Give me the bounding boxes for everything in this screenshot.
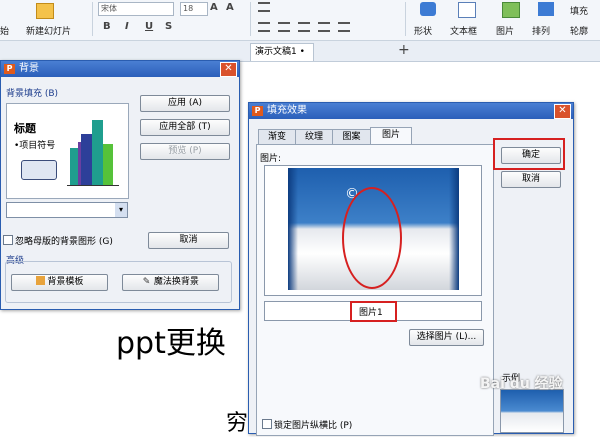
watermark-logo: Bai du 经验 [480,376,563,392]
fill-effects-titlebar[interactable]: P 填充效果 ✕ [249,103,573,119]
bullet-list-icon[interactable] [258,2,270,12]
align-left-icon[interactable] [258,22,270,32]
shape-icon[interactable] [420,2,436,16]
cancel-button[interactable]: 取消 [501,171,561,188]
preview-axis [67,185,119,186]
preview-bar [81,134,92,185]
tab-document-label: 演示文稿1 • [255,47,305,57]
font-a-small-icon[interactable]: A [226,2,234,13]
tab-picture[interactable]: 图片 [370,127,412,145]
outline-button[interactable]: 轮廓 [570,24,588,37]
picture-image-edge [449,168,459,290]
background-dialog: P 背景 ✕ 背景填充 (B) 标题 •项目符号 ▾ 应用 (A) 应用全部 (… [0,60,240,310]
picture-preview: © [264,165,482,296]
background-preview: 标题 •项目符号 [6,103,129,199]
sample-preview [500,389,564,433]
ok-button[interactable]: 确定 [501,147,561,164]
italic-button[interactable]: I [125,21,129,32]
distribute-icon[interactable] [338,22,350,32]
tab-document[interactable]: 演示文稿1 • [250,43,314,61]
ignore-master-checkbox[interactable] [3,235,13,245]
chevron-down-icon[interactable]: ▾ [115,203,127,217]
preview-bar [78,142,81,185]
shape-button[interactable]: 形状 [414,24,432,37]
new-tab-button[interactable]: + [398,42,410,58]
slide-subtitle-text: 穷 [226,411,249,436]
align-center-icon[interactable] [278,22,290,32]
lock-ratio-checkbox[interactable] [262,419,272,429]
cancel-button[interactable]: 取消 [148,232,229,249]
apply-all-button[interactable]: 应用全部 (T) [140,119,230,136]
underline-button[interactable]: U [145,21,153,32]
background-template-label: 背景模板 [47,277,84,287]
preview-bar [103,144,113,185]
preview-bullet-text: •项目符号 [14,141,56,151]
fill-button[interactable]: 填充 [570,4,588,17]
select-picture-button[interactable]: 选择图片 (L)... [409,329,484,346]
arrange-button[interactable]: 排列 [532,24,550,37]
picture-button[interactable]: 图片 [496,24,514,37]
preview-shape [21,160,57,180]
preview-button[interactable]: 预览 (P) [140,143,230,160]
new-slide-icon [36,3,54,19]
lock-ratio-label: 锁定图片纵横比 (P) [274,421,353,431]
textbox-icon[interactable] [458,2,476,18]
magic-background-button[interactable]: ✎ 魔法换背景 [122,274,219,291]
picture-name-text: 图片1 [359,308,383,318]
fill-effects-title: 填充效果 [267,105,307,116]
preview-bar [92,120,103,185]
highlight-ellipse [342,187,402,289]
ignore-master-label: 忽略母版的背景图形 (G) [15,237,113,247]
tab-pattern[interactable]: 图案 [332,129,371,145]
template-icon [35,276,45,285]
textbox-button[interactable]: 文本框 [450,24,477,37]
strike-button[interactable]: S [165,21,172,32]
picture-icon[interactable] [502,2,520,18]
align-right-icon[interactable] [298,22,310,32]
picture-label: 图片: [260,154,282,164]
font-a-icon[interactable]: A [210,2,218,13]
font-size-select[interactable]: 18 [180,2,208,16]
background-dialog-titlebar[interactable]: P 背景 ✕ [1,61,239,77]
background-template-button[interactable]: 背景模板 [11,274,108,291]
justify-icon[interactable] [318,22,330,32]
slide-title-text: ppt更换 [116,326,226,361]
close-icon[interactable]: ✕ [220,62,237,77]
background-dialog-title: 背景 [19,63,39,74]
arrange-icon[interactable] [538,2,554,16]
preview-title-text: 标题 [14,122,36,135]
app-logo-icon: P [252,106,263,116]
new-slide-button[interactable]: 新建幻灯片 [26,24,71,37]
picture-image-edge [288,168,298,290]
font-name-select[interactable]: 宋体 [98,2,174,16]
ribbon-toolbar: 始 新建幻灯片 宋体 18 B I U S A A 形状 文本框 图片 排列 填… [0,0,600,41]
app-logo-icon: P [4,64,15,74]
apply-button[interactable]: 应用 (A) [140,95,230,112]
fill-type-select[interactable]: ▾ [6,202,128,218]
close-icon[interactable]: ✕ [554,104,571,119]
tab-texture[interactable]: 纹理 [295,129,333,145]
magic-background-label: 魔法换背景 [153,277,199,287]
tab-gradient[interactable]: 渐变 [258,129,296,145]
magic-wand-icon: ✎ [142,277,151,287]
ribbon-start-label[interactable]: 始 [0,24,9,37]
bold-button[interactable]: B [103,21,111,32]
fill-section-label: 背景填充 (B) [6,89,59,99]
